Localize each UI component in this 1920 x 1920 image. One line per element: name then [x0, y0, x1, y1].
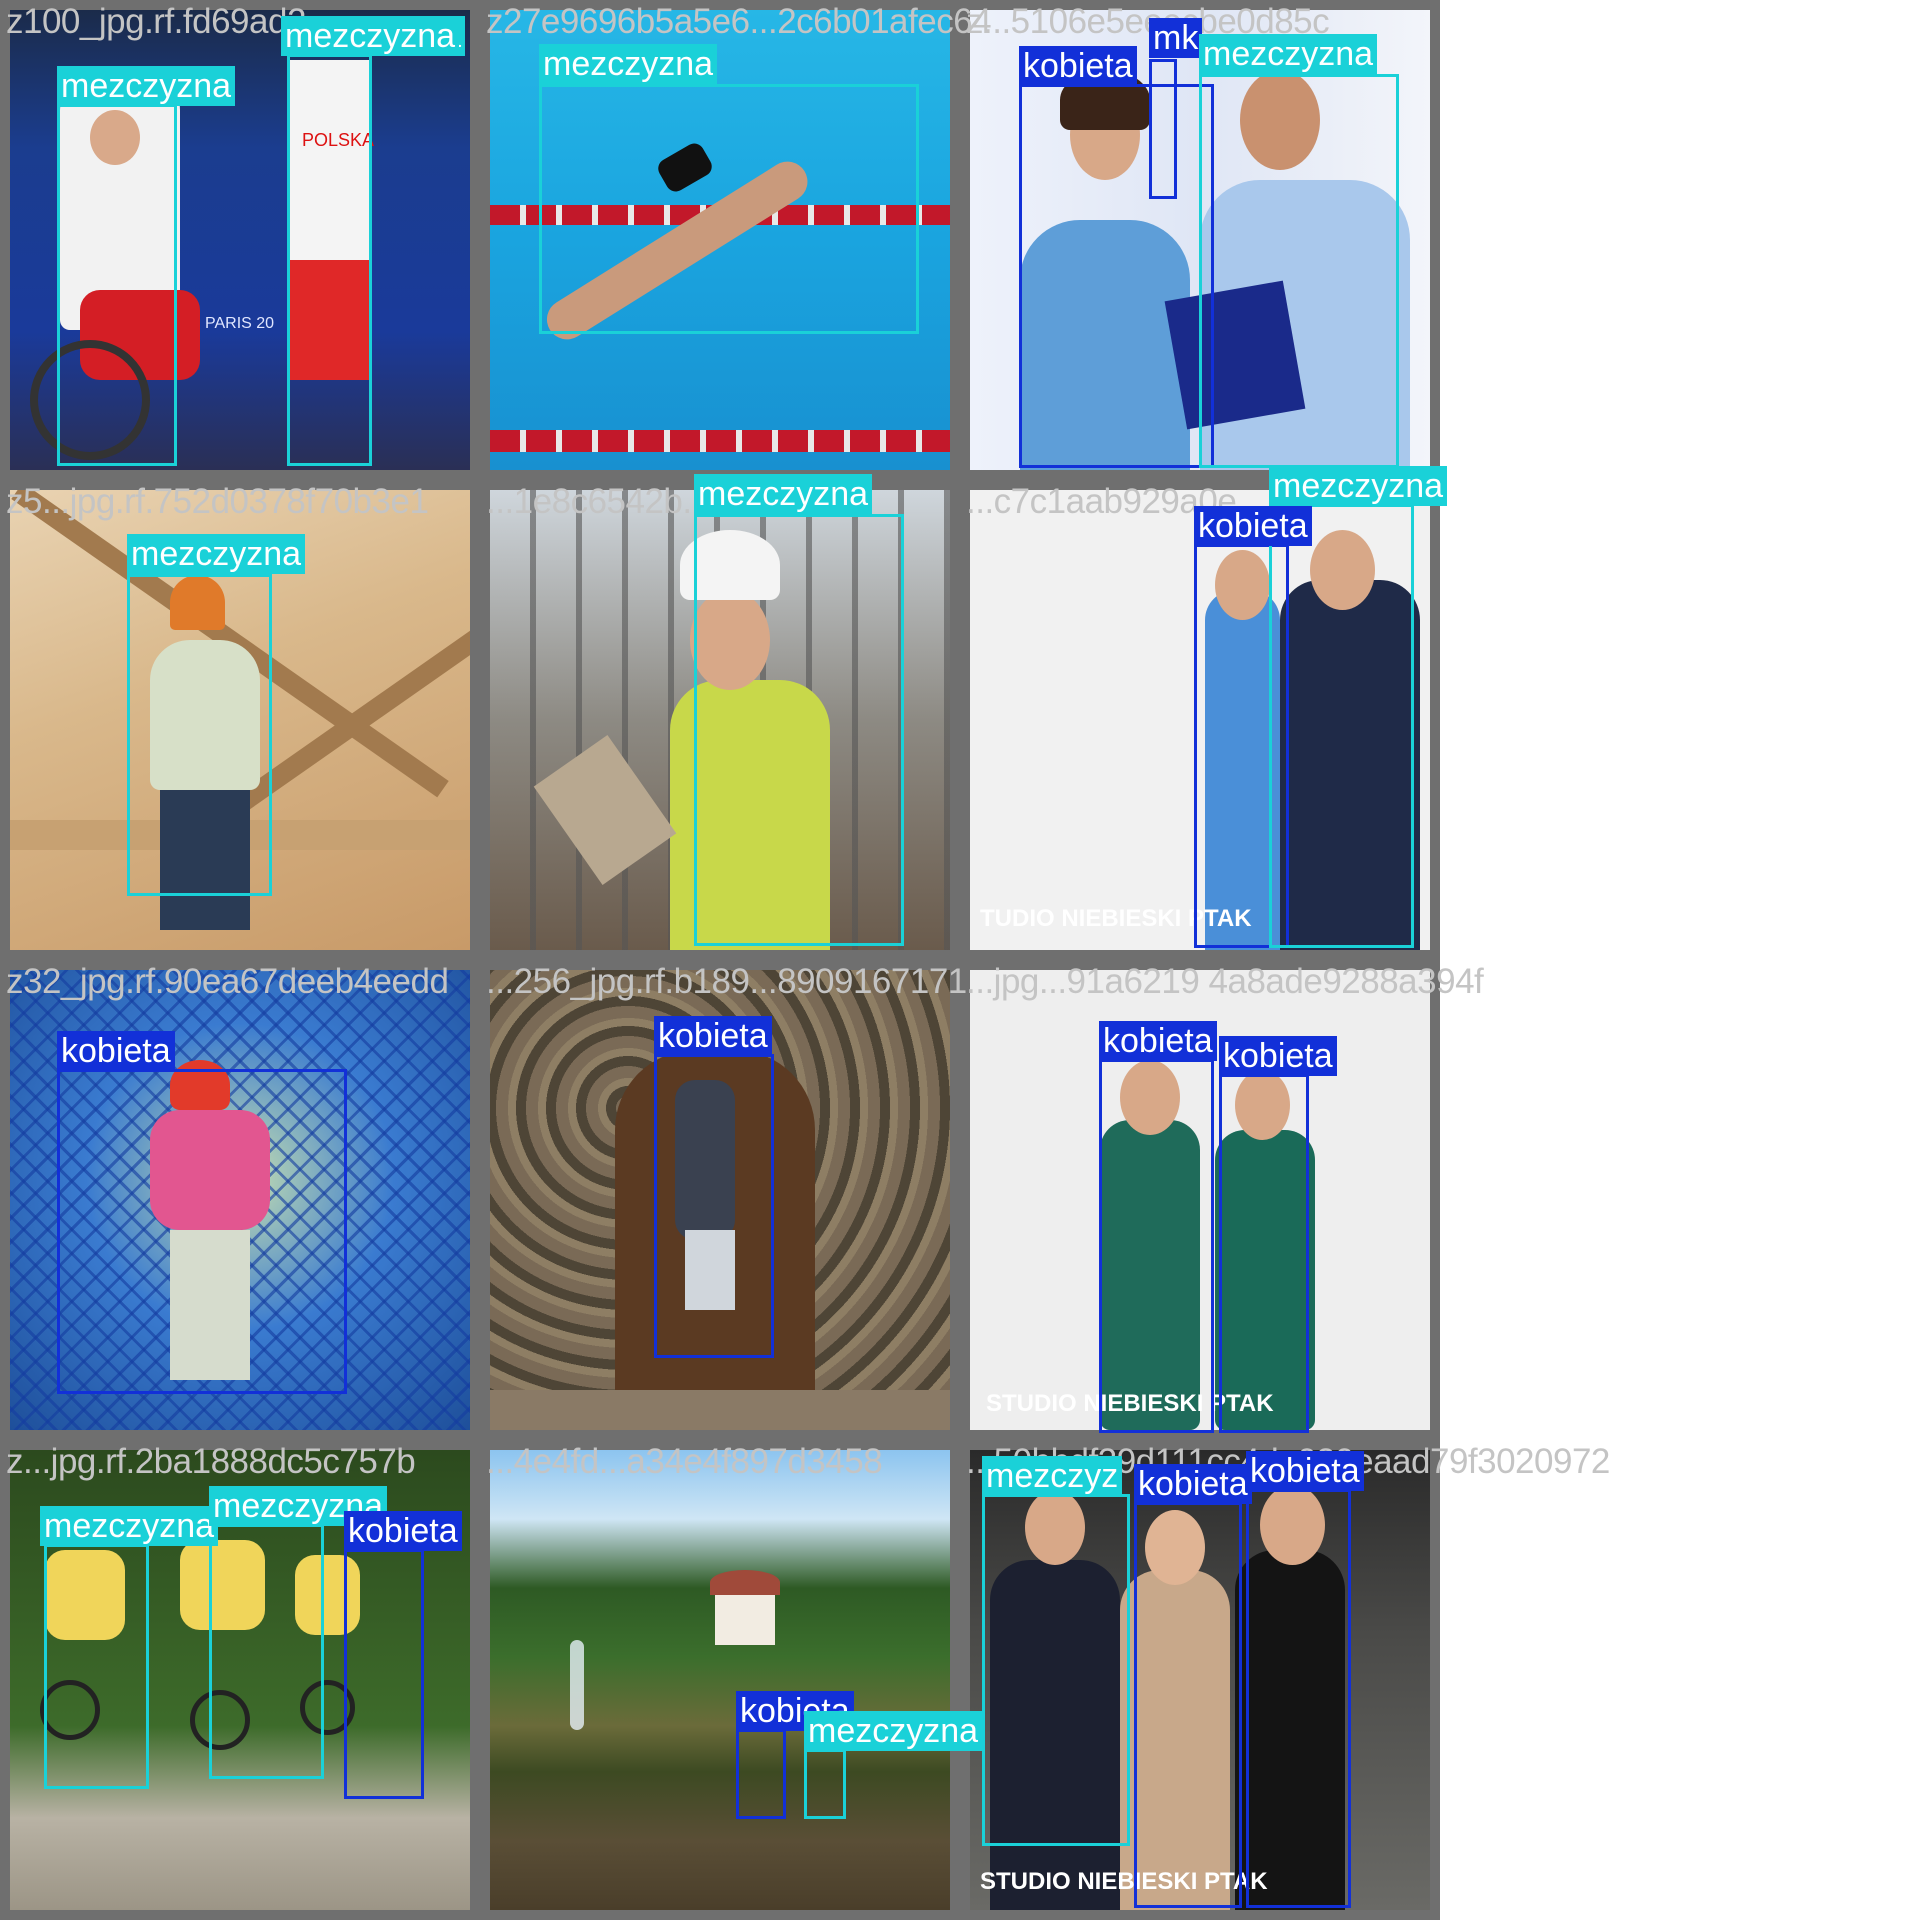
bbox-label: kobieta — [1194, 506, 1312, 546]
photo-lake — [490, 1450, 950, 1910]
tile-11[interactable]: kobieta mezczyzna ...4e4fd...a34e4f897d3… — [480, 1440, 983, 1920]
tile-12[interactable]: STUDIO NIEBIESKI PTAK mezczyz kobieta ko… — [960, 1440, 1610, 1920]
tile-8[interactable]: kobieta ...256_jpg.rf.b189...8909167171 — [480, 960, 967, 1440]
bbox-mezczyzna[interactable] — [127, 574, 272, 896]
bbox-mezczyzna[interactable] — [287, 54, 372, 466]
bbox-label: mezczyzna — [1269, 466, 1448, 506]
bbox-kobieta[interactable] — [57, 1069, 347, 1394]
tile-10[interactable]: mezczyzna mezczyzna kobieta z...jpg.rf.2… — [0, 1440, 480, 1920]
tile-7[interactable]: kobieta z32_jpg.rf.90ea67deeb4eedd — [0, 960, 480, 1440]
bbox-label: kobieta — [57, 1031, 175, 1071]
bbox-label: kobieta — [1134, 1464, 1252, 1504]
bbox-kobieta[interactable] — [736, 1729, 786, 1819]
bbox-label: mezczyzna — [57, 66, 236, 106]
bbox-mezczyzna[interactable] — [982, 1494, 1130, 1846]
bbox-label: mezczyzna — [804, 1711, 983, 1751]
tile-2[interactable]: mezczyzna mezczyzna z27e9696b5a5e6...2c6… — [281, 0, 992, 480]
bbox-kobieta[interactable] — [1019, 84, 1214, 468]
bbox-label: mezczyzna — [40, 1506, 219, 1546]
bbox-mezczyzna[interactable] — [44, 1544, 149, 1789]
tile-6[interactable]: TUDIO NIEBIESKI PTAK kobieta mezczyzna .… — [960, 466, 1448, 960]
bbox-mezczyzna[interactable] — [1269, 504, 1414, 948]
bbox-label: kobieta — [1099, 1021, 1217, 1061]
bbox-kobieta[interactable] — [1134, 1502, 1242, 1908]
bbox-kobieta[interactable] — [1246, 1489, 1351, 1908]
bbox-label: mezczyzna — [694, 474, 873, 514]
bbox-label: kobieta — [1246, 1451, 1364, 1491]
tile-5[interactable]: mezczyzna ...1e8c6542b...2532... — [480, 474, 960, 960]
bbox-mezczyzna[interactable] — [1199, 74, 1399, 468]
bbox-kobieta[interactable] — [1149, 59, 1177, 199]
bbox-label: kobieta — [344, 1511, 462, 1551]
bbox-kobieta[interactable] — [344, 1549, 424, 1799]
bbox-kobieta[interactable] — [1219, 1074, 1309, 1433]
tile-9[interactable]: STUDIO NIEBIESKI PTAK kobieta kobieta ..… — [960, 960, 1484, 1440]
bbox-label: kobieta — [1019, 46, 1137, 86]
bbox-label: mezczyz — [982, 1456, 1123, 1496]
bbox-mezczyzna[interactable] — [694, 514, 904, 946]
detection-grid: POLSKA PARIS 20 mezczyzna mezczyzna z100… — [0, 0, 1920, 1920]
bbox-mezczyzna[interactable] — [539, 84, 919, 334]
tile-3[interactable]: kobieta mk mezczyzna z...5106e5eeecbe0d8… — [960, 0, 1440, 480]
bbox-mezczyzna[interactable] — [804, 1749, 846, 1819]
bbox-label: mezczyzna — [127, 534, 306, 574]
bbox-kobieta[interactable] — [1099, 1059, 1214, 1433]
bbox-label: mezczyzna — [281, 16, 460, 56]
bbox-mezczyzna[interactable] — [209, 1524, 324, 1779]
bbox-mezczyzna[interactable] — [57, 104, 177, 466]
bbox-label: mk — [1149, 18, 1203, 58]
bbox-label: kobieta — [654, 1016, 772, 1056]
bbox-label: mezczyzna — [539, 44, 718, 84]
bbox-kobieta[interactable] — [654, 1054, 774, 1358]
tile-4[interactable]: mezczyzna z5...jpg.rf.752d0378f70b3e1 — [0, 480, 480, 960]
bbox-label: mezczyzna — [1199, 34, 1378, 74]
tile-1[interactable]: POLSKA PARIS 20 mezczyzna mezczyzna z100… — [0, 0, 480, 480]
bbox-label: kobieta — [1219, 1036, 1337, 1076]
